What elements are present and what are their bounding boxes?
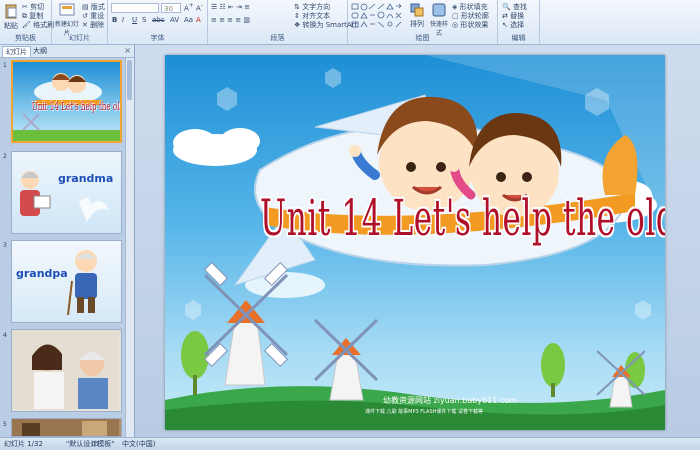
drawing-group: 排列 快速样式 ◈ 形状填充 ▢ 形状轮廓 ◎ 形状效果 绘图 <box>348 0 498 44</box>
clipboard-group-label: 剪贴板 <box>15 34 36 42</box>
slide-counter: 幻灯片 1/32 <box>4 440 43 448</box>
thumb-1-title: Unit 14 Let's help the old. <box>31 100 122 113</box>
pane-close-button[interactable]: × <box>124 46 131 55</box>
pane-tabs: 幻灯片 大纲 × <box>0 45 134 58</box>
format-painter-button[interactable]: 🖌 格式刷 <box>22 20 54 30</box>
change-case-button[interactable]: Aa <box>184 16 193 24</box>
select-label: 选择 <box>510 21 525 29</box>
new-slide-button[interactable]: 新建幻灯片 <box>55 3 79 37</box>
font-group-label: 字体 <box>150 34 165 42</box>
paste-icon <box>5 4 17 19</box>
char-spacing-button[interactable]: AV <box>170 16 179 24</box>
shape-outline-label: 形状轮廓 <box>460 12 489 20</box>
font-size-combo[interactable]: 30 <box>161 3 181 13</box>
credit-line-1: 幼教资源网站 ziyuan.baby611.com <box>383 396 517 405</box>
thumb-2-label: grandma <box>58 172 114 185</box>
arrange-icon <box>410 3 424 17</box>
current-slide[interactable]: Unit 14 Let's help the old. 幼教资源网站 ziyua… <box>165 55 665 430</box>
font-name-combo[interactable] <box>111 3 159 13</box>
slide-thumb-2[interactable]: grandma <box>11 151 122 234</box>
shadow-button[interactable]: S <box>142 16 146 24</box>
spellcheck-icon[interactable]: ☑ <box>92 438 98 450</box>
font-color-button[interactable]: A <box>196 16 201 24</box>
align-text-label: 对齐文本 <box>302 12 331 20</box>
delete-button[interactable]: ✕ 删除 <box>82 20 104 30</box>
font-group: 30 A+ A- B I U S abc AV Aa A 字体 <box>108 0 208 44</box>
quick-styles-icon <box>432 3 446 17</box>
arrange-button[interactable]: 排列 <box>408 3 426 29</box>
shape-effects-button[interactable]: ◎ 形状效果 <box>452 20 488 30</box>
clipboard-group: 粘贴 ✂ 剪切 ⧉ 复制 🖌 格式刷 剪贴板 <box>0 0 54 44</box>
thumb-number: 4 <box>3 332 7 339</box>
slide-thumb-3[interactable]: grandpa <box>11 240 122 323</box>
reset-label: 重设 <box>90 12 105 20</box>
editing-group-label: 编辑 <box>511 34 526 42</box>
shape-effects-label: 形状效果 <box>460 21 489 29</box>
find-label: 查找 <box>512 3 527 11</box>
arrange-label: 排列 <box>410 20 424 28</box>
layout-label: 版式 <box>90 3 105 11</box>
slides-pane: 幻灯片 大纲 × 1 Unit 14 Let's help the old. 2… <box>0 45 135 437</box>
editing-group: 🔍 查找 ⇄ 替换 ↖ 选择 编辑 <box>498 0 540 44</box>
shapes-gallery[interactable] <box>351 3 403 31</box>
paste-label: 粘贴 <box>4 22 18 30</box>
shrink-font-button[interactable]: A- <box>196 3 203 12</box>
paragraph-group: ☰ ☷ ⇤ ⇥ ≡ ⇅ 文字方向 ⇕ 对齐文本 ≡ ≡ ≡ ≡ ▥ ❖ 转换为 … <box>208 0 357 44</box>
paste-button[interactable]: 粘贴 <box>3 3 19 31</box>
thumb-number: 3 <box>3 242 7 249</box>
format-painter-label: 格式刷 <box>33 21 55 29</box>
new-slide-icon <box>59 3 75 16</box>
thumb-number: 2 <box>3 153 7 160</box>
grow-font-button[interactable]: A+ <box>184 3 194 12</box>
slide-thumb-1[interactable]: Unit 14 Let's help the old. <box>11 60 122 143</box>
pane-scrollbar[interactable] <box>125 58 134 437</box>
align-buttons[interactable]: ≡ ≡ ≡ ≡ ▥ <box>211 16 250 24</box>
thumb-3-label: grandpa <box>16 267 68 280</box>
grandma-illustration <box>20 171 109 222</box>
text-direction-label: 文字方向 <box>302 3 331 11</box>
copy-label: 复制 <box>29 12 44 20</box>
paragraph-group-label: 段落 <box>270 34 285 42</box>
bullets-button[interactable]: ☰ ☷ ⇤ ⇥ ≡ <box>211 3 250 11</box>
drawing-group-label: 绘图 <box>415 34 430 42</box>
delete-label: 删除 <box>90 21 105 29</box>
theme-name: "默认设计模板" <box>66 440 115 448</box>
replace-label: 替换 <box>510 12 525 20</box>
slides-group-label: 幻灯片 <box>69 34 90 42</box>
quick-styles-button[interactable]: 快速样式 <box>428 3 450 37</box>
scrollbar-thumb[interactable] <box>127 60 132 100</box>
strikethrough-button[interactable]: abc <box>152 16 165 24</box>
photo-caregiver-elderly <box>12 330 119 409</box>
thumb-5-art <box>12 419 119 436</box>
tab-slides[interactable]: 幻灯片 <box>2 46 31 57</box>
credit-line-2: 课件下载 儿歌 故事MP3 FLASH课件下载 试卷下载等 <box>365 409 484 415</box>
language-indicator[interactable]: 中文(中国) <box>122 438 155 450</box>
italic-button[interactable]: I <box>122 16 124 24</box>
slide-stage: Unit 14 Let's help the old. 幼教资源网站 ziyua… <box>135 45 700 437</box>
slide-thumb-4[interactable] <box>11 329 122 412</box>
cut-label: 剪切 <box>30 3 45 11</box>
slides-group: 新建幻灯片 ▤ 版式 ↺ 重设 ✕ 删除 幻灯片 <box>52 0 108 44</box>
ribbon: 粘贴 ✂ 剪切 ⧉ 复制 🖌 格式刷 剪贴板 新建幻灯片 ▤ 版式 ↺ 重设 ✕… <box>0 0 700 45</box>
slide-title[interactable]: Unit 14 Let's help the old. <box>260 193 665 243</box>
thumb-number: 5 <box>3 421 7 428</box>
status-bar: 幻灯片 1/32 "默认设计模板" ☑ 中文(中国) <box>0 437 700 450</box>
thumb-number: 1 <box>3 62 7 69</box>
select-button[interactable]: ↖ 选择 <box>502 20 524 30</box>
underline-button[interactable]: U <box>132 16 137 24</box>
shape-fill-label: 形状填充 <box>459 3 488 11</box>
slide-thumb-5[interactable] <box>11 418 122 437</box>
bold-button[interactable]: B <box>112 16 117 24</box>
tab-outline[interactable]: 大纲 <box>30 46 50 56</box>
grandpa-illustration <box>67 250 97 316</box>
